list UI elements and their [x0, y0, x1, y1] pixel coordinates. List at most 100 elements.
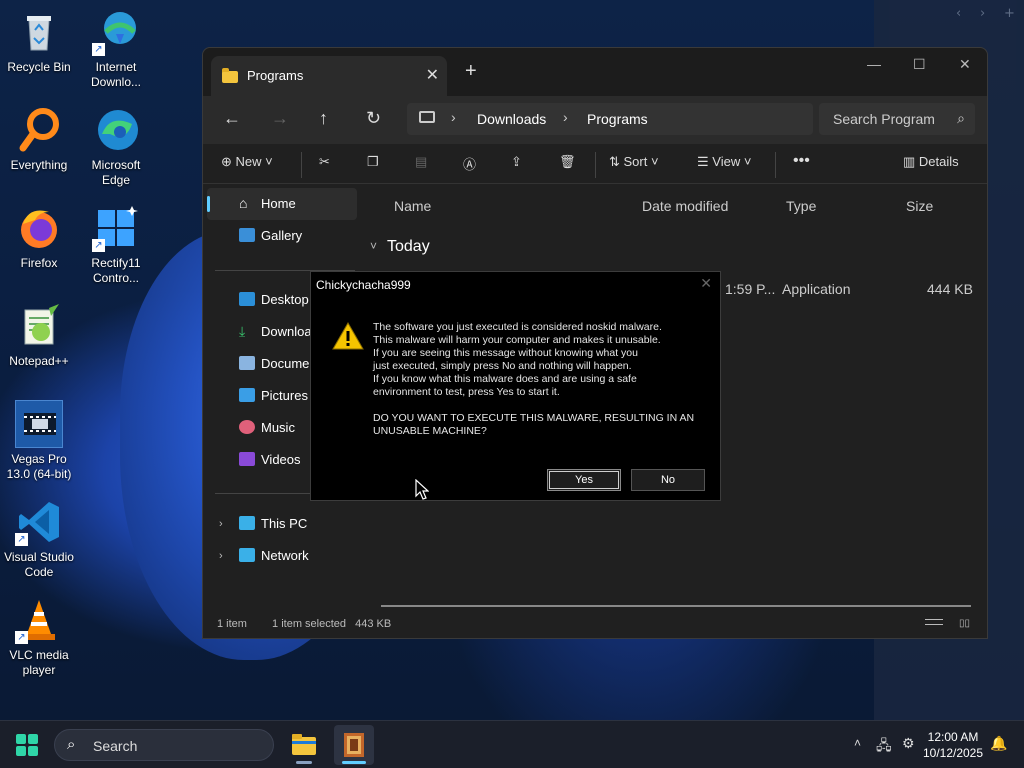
chevron-right-icon[interactable]: › [563, 109, 568, 125]
divider [775, 152, 776, 178]
notification-bell-icon[interactable]: 🔔 [990, 735, 1007, 752]
details-view-icon[interactable] [925, 619, 943, 625]
forward-arrow-icon[interactable]: → [271, 108, 289, 129]
desktop-icon-vlc[interactable]: ↗ VLC media player [0, 596, 78, 678]
close-window-button[interactable]: ✕ [959, 56, 971, 73]
sidebar-label: Videos [261, 452, 301, 467]
view-label: View [712, 154, 741, 169]
refresh-icon[interactable]: ↻ [366, 108, 381, 129]
taskbar-search[interactable]: ⌕ Search [54, 729, 274, 761]
close-icon[interactable]: ✕ [700, 275, 712, 292]
row-date: 1:59 P... [725, 281, 776, 297]
new-label: New [235, 154, 262, 169]
new-tab-button[interactable]: + [465, 60, 477, 83]
yes-button[interactable]: Yes [547, 469, 621, 491]
network-tray-icon[interactable]: 🖧 [876, 735, 892, 759]
settings-tray-icon[interactable]: ⚙ [902, 735, 915, 752]
desktop-icon-notepad-plus-plus[interactable]: Notepad++ [0, 302, 78, 369]
shortcut-arrow-icon: ↗ [15, 533, 28, 546]
search-icon: ⌕ [67, 736, 76, 753]
chevron-right-icon[interactable]: › [451, 109, 456, 125]
message-line: environment to test, press Yes to start … [373, 386, 560, 398]
notepad-plus-plus-icon [15, 302, 63, 350]
cut-icon[interactable]: ✂ [319, 154, 330, 170]
status-bar: 1 item 1 item selected 443 KB [217, 618, 391, 630]
tiles-view-icon[interactable]: ▯▯ [959, 618, 970, 629]
desktop-icon-label: Microsoft Edge [91, 158, 141, 187]
chevron-left-icon: ‹ [956, 6, 962, 21]
desktop-icon-firefox[interactable]: Firefox [0, 204, 78, 271]
taskbar-file-explorer[interactable] [284, 725, 324, 765]
sidebar-label: Home [261, 196, 296, 211]
horizontal-scrollbar[interactable] [381, 605, 971, 607]
desktop-icon-rectify11[interactable]: ↗ Rectify11 Contro... [77, 204, 155, 286]
paste-icon[interactable]: ▤ [415, 154, 427, 170]
sidebar-label: Downloa [261, 324, 312, 339]
sidebar-label: Music [261, 420, 295, 435]
copy-icon[interactable]: ❐ [367, 154, 379, 170]
chevron-right-icon[interactable]: › [219, 550, 223, 562]
home-icon: ⌂ [239, 195, 248, 211]
breadcrumb-programs[interactable]: Programs [587, 111, 648, 127]
delete-icon[interactable]: 🗑 [559, 154, 576, 170]
desktop-icon-vegas-pro[interactable]: Vegas Pro 13.0 (64-bit) [0, 400, 78, 482]
desktop-icon-label: Visual Studio Code [4, 550, 74, 579]
divider [301, 152, 302, 178]
sort-button[interactable]: ⇅ Sort ˅ [609, 154, 659, 170]
column-header-type[interactable]: Type [786, 198, 816, 214]
view-button[interactable]: ☰ View ˅ [697, 154, 751, 170]
desktop-folder-icon [239, 292, 255, 306]
desktop-icon-label: Internet Downlo... [90, 60, 142, 89]
breadcrumb-downloads[interactable]: Downloads [477, 111, 546, 127]
start-button[interactable] [16, 734, 38, 756]
column-header-name[interactable]: Name [394, 198, 431, 214]
clock-time: 12:00 AM [927, 730, 979, 744]
sidebar-label: Pictures [261, 388, 308, 403]
message-line: If you know what this malware does and a… [373, 373, 637, 385]
desktop-icon-vscode[interactable]: ↗ Visual Studio Code [0, 498, 78, 580]
app-icon [344, 733, 364, 757]
chevron-right-icon[interactable]: › [219, 518, 223, 530]
download-icon: ⤓ [239, 323, 246, 339]
rename-icon[interactable]: Ⓐ [463, 154, 476, 173]
new-button[interactable]: ⊕ New ˅ [221, 154, 273, 170]
desktop-icon-recycle-bin[interactable]: Recycle Bin [0, 8, 78, 75]
message-line: The software you just executed is consid… [373, 321, 662, 333]
no-button[interactable]: No [631, 469, 705, 491]
dialog-message: The software you just executed is consid… [373, 321, 713, 438]
details-button[interactable]: ▥ Details [903, 154, 959, 170]
item-count: 1 item [217, 618, 247, 630]
taskbar-malware-app[interactable] [334, 725, 374, 765]
malware-warning-dialog: Chickychacha999 ✕ The software you just … [310, 271, 721, 501]
system-clock[interactable]: 12:00 AM 10/12/2025 [918, 729, 988, 761]
group-header-today[interactable]: Today [387, 238, 430, 256]
minimize-button[interactable]: — [867, 56, 881, 72]
desktop-icon-everything[interactable]: Everything [0, 106, 78, 173]
desktop-icon-label: Firefox [20, 256, 58, 270]
chevron-up-icon[interactable]: ˄ [854, 736, 861, 750]
search-icon: ⌕ [957, 110, 965, 126]
shortcut-arrow-icon: ↗ [92, 239, 105, 252]
up-arrow-icon[interactable]: ↑ [319, 108, 328, 129]
navigation-bar: ← → ↑ ↻ › Downloads › Programs Search Pr… [203, 96, 987, 144]
desktop-icon-label: Vegas Pro 13.0 (64-bit) [6, 452, 72, 481]
back-arrow-icon[interactable]: ← [223, 108, 241, 129]
share-icon[interactable]: ⇪ [511, 154, 522, 170]
everything-search-icon [15, 106, 63, 154]
selection-indicator [207, 196, 210, 212]
desktop-icon-microsoft-edge[interactable]: Microsoft Edge [77, 106, 155, 188]
more-options-icon[interactable]: ••• [793, 152, 810, 170]
search-box[interactable]: Search Program ⌕ [819, 103, 975, 135]
maximize-button[interactable]: ☐ [913, 56, 926, 73]
close-tab-icon[interactable]: ✕ [426, 65, 439, 85]
desktop-icon-label: Recycle Bin [7, 60, 71, 74]
column-header-size[interactable]: Size [906, 198, 933, 214]
question-line: DO YOU WANT TO EXECUTE THIS MALWARE, RES… [373, 412, 695, 424]
taskbar: ⌕ Search ˄ 🖧 ⚙ 12:00 AM 10/12/2025 🔔 [0, 720, 1024, 768]
column-header-date[interactable]: Date modified [642, 198, 728, 214]
address-bar[interactable]: › Downloads › Programs [407, 103, 813, 135]
message-line: This malware will harm your computer and… [373, 334, 661, 346]
tab-programs[interactable]: Programs ✕ [211, 56, 447, 96]
chevron-down-icon[interactable]: ˅ [370, 239, 377, 253]
desktop-icon-internet-download-manager[interactable]: ↗ Internet Downlo... [77, 8, 155, 90]
